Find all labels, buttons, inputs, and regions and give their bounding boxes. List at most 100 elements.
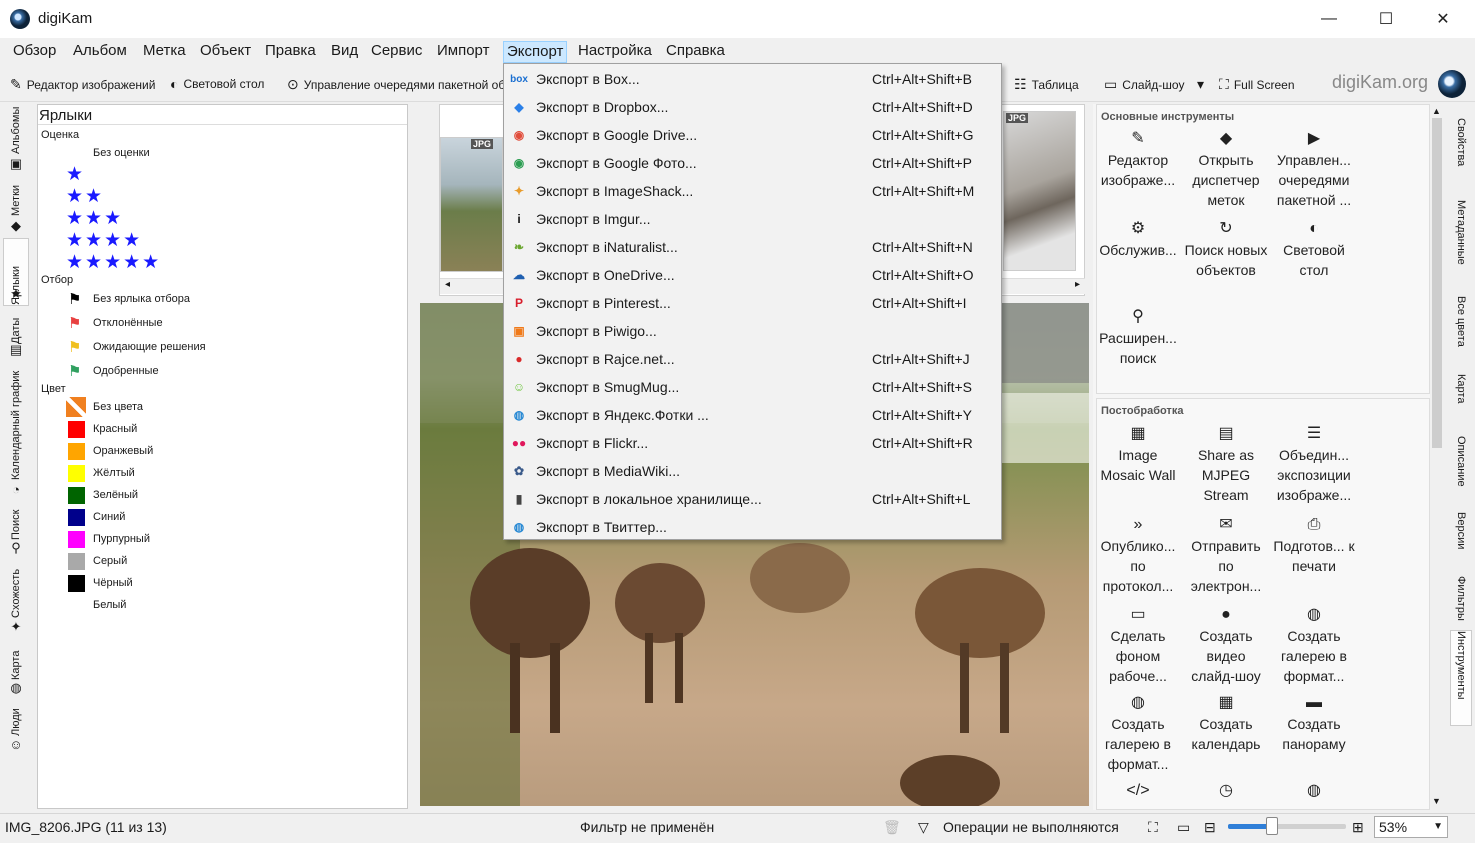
- close-button[interactable]: ✕: [1420, 0, 1466, 38]
- rating-4-item[interactable]: ★★★★: [66, 229, 142, 252]
- export-menu-item[interactable]: ◆ Экспорт в Dropbox... Ctrl+Alt+Shift+D: [504, 93, 1001, 121]
- rating-1-item[interactable]: ★: [66, 163, 85, 186]
- zoom-combo[interactable]: 53% ▼: [1374, 816, 1448, 838]
- pick-item[interactable]: Без ярлыка отбора: [93, 293, 190, 305]
- tool-button[interactable]: ✉ Отправить по электрон...: [1183, 514, 1269, 596]
- color-item[interactable]: Чёрный: [93, 577, 133, 589]
- export-menu-item[interactable]: ▮ Экспорт в локальное хранилище... Ctrl+Al…: [504, 485, 1001, 513]
- scroll-up-icon[interactable]: ▲: [1432, 106, 1441, 116]
- tab-people[interactable]: Люди: [3, 700, 29, 736]
- tool-button[interactable]: ◍ Создать галерею в формат...: [1271, 604, 1357, 686]
- tab-search[interactable]: Поиск: [3, 500, 29, 540]
- export-menu-item[interactable]: ✿ Экспорт в MediaWiki...: [504, 457, 1001, 485]
- tab-right-map[interactable]: Карта: [1450, 374, 1472, 410]
- rating-5-item[interactable]: ★★★★★: [66, 251, 161, 274]
- color-item[interactable]: Оранжевый: [93, 445, 153, 457]
- tab-description[interactable]: Описание: [1450, 436, 1472, 492]
- menu-service[interactable]: Сервис: [368, 41, 425, 63]
- minimize-button[interactable]: —: [1306, 0, 1352, 38]
- tab-properties[interactable]: Свойства: [1450, 118, 1472, 176]
- tool-button[interactable]: ◍ Создать галерею в формат...: [1095, 692, 1181, 774]
- export-menu-item[interactable]: P Экспорт в Pinterest... Ctrl+Alt+Shift+I: [504, 289, 1001, 317]
- fullscreen-button[interactable]: ⛶ Full Screen: [1219, 76, 1295, 93]
- color-item[interactable]: Серый: [93, 555, 127, 567]
- menu-view[interactable]: Вид: [328, 41, 361, 63]
- export-menu-item[interactable]: ☺ Экспорт в SmugMug... Ctrl+Alt+Shift+S: [504, 373, 1001, 401]
- tool-button[interactable]: ⎙ Подготов... к печати: [1271, 514, 1357, 576]
- color-item[interactable]: Красный: [93, 423, 137, 435]
- export-menu-item[interactable]: ◉ Экспорт в Google Фото... Ctrl+Alt+Shift+…: [504, 149, 1001, 177]
- menu-object[interactable]: Объект: [197, 41, 254, 63]
- table-view-button[interactable]: ☷ Таблица: [1014, 76, 1079, 93]
- color-item[interactable]: Без цвета: [93, 401, 143, 413]
- tool-button[interactable]: ▬ Создать панораму: [1271, 692, 1357, 754]
- export-menu-item[interactable]: ◍ Экспорт в Твиттер...: [504, 513, 1001, 541]
- export-menu-item[interactable]: box Экспорт в Box... Ctrl+Alt+Shift+B: [504, 65, 1001, 93]
- tab-map[interactable]: Карта: [3, 640, 29, 680]
- export-menu-item[interactable]: ✦ Экспорт в ImageShack... Ctrl+Alt+Shift+M: [504, 177, 1001, 205]
- tab-tools[interactable]: Инструменты: [1450, 630, 1472, 726]
- tool-button[interactable]: » Опублико... по протокол...: [1095, 514, 1181, 596]
- export-menu-item[interactable]: ● Экспорт в Rajce.net... Ctrl+Alt+Shift+J: [504, 345, 1001, 373]
- tab-colors[interactable]: Все цвета: [1450, 296, 1472, 348]
- export-menu-item[interactable]: ●● Экспорт в Flickr... Ctrl+Alt+Shift+R: [504, 429, 1001, 457]
- trash-icon[interactable]: 🗑: [883, 819, 901, 836]
- zoom-slider[interactable]: [1228, 824, 1346, 829]
- rating-3-item[interactable]: ★★★: [66, 207, 123, 230]
- tool-button[interactable]: ✎ Редактор изображе...: [1095, 128, 1181, 190]
- filter-icon[interactable]: ▽: [918, 819, 929, 836]
- tab-albums[interactable]: Альбомы: [3, 106, 29, 154]
- color-item[interactable]: Синий: [93, 511, 125, 523]
- brand-link[interactable]: digiKam.org: [1332, 72, 1428, 93]
- export-menu-item[interactable]: ◉ Экспорт в Google Drive... Ctrl+Alt+Shift…: [504, 121, 1001, 149]
- maximize-button[interactable]: ☐: [1363, 0, 1409, 38]
- menu-album[interactable]: Альбом: [70, 41, 130, 63]
- scroll-thumb[interactable]: [1432, 118, 1442, 448]
- scroll-down-icon[interactable]: ▼: [1432, 796, 1441, 806]
- menu-export[interactable]: Экспорт: [503, 41, 568, 63]
- tool-button[interactable]: ⚲ Расширен... поиск: [1095, 306, 1181, 368]
- tool-button[interactable]: ▦ Создать календарь: [1183, 692, 1269, 754]
- tab-timeline[interactable]: Календарный график: [3, 364, 29, 480]
- menu-edit[interactable]: Правка: [262, 41, 319, 63]
- tool-button[interactable]: ⚙ Обслужив...: [1095, 218, 1181, 260]
- tool-button[interactable]: ◍: [1271, 780, 1357, 802]
- tool-button[interactable]: ▶ Управлен... очередями пакетной ...: [1271, 128, 1357, 210]
- zoom-out-icon[interactable]: ⊟: [1204, 819, 1216, 836]
- color-item[interactable]: Жёлтый: [93, 467, 135, 479]
- tool-button[interactable]: ◆ Открыть диспетчер меток: [1183, 128, 1269, 210]
- export-menu-item[interactable]: ◍ Экспорт в Яндекс.Фотки ... Ctrl+Alt+Shif…: [504, 401, 1001, 429]
- no-rating-item[interactable]: Без оценки: [93, 147, 150, 159]
- tool-button[interactable]: ◐ Световой стол: [1271, 218, 1357, 280]
- pick-item[interactable]: Одобренные: [93, 365, 159, 377]
- tool-button[interactable]: ☰ Объедин... экспозиции изображе...: [1271, 423, 1357, 505]
- tab-versions[interactable]: Версии: [1450, 512, 1472, 554]
- thumbnail-image[interactable]: JPG: [440, 137, 503, 272]
- color-item[interactable]: Белый: [93, 599, 126, 611]
- scroll-left-icon[interactable]: ◂: [445, 279, 450, 290]
- tab-dates[interactable]: Даты: [3, 306, 29, 344]
- fit-to-window-icon[interactable]: ⛶: [1148, 819, 1158, 836]
- zoom-slider-thumb[interactable]: [1265, 817, 1278, 835]
- export-menu-item[interactable]: ▣ Экспорт в Piwigo...: [504, 317, 1001, 345]
- tab-similarity[interactable]: Схожесть: [3, 560, 29, 618]
- tab-metadata[interactable]: Метаданные: [1450, 200, 1472, 272]
- tool-button[interactable]: ◷: [1183, 780, 1269, 802]
- menu-overview[interactable]: Обзор: [10, 41, 59, 63]
- slideshow-dropdown[interactable]: ▾: [1197, 76, 1204, 93]
- color-item[interactable]: Пурпурный: [93, 533, 150, 545]
- rating-2-item[interactable]: ★★: [66, 185, 104, 208]
- tool-button[interactable]: ▦ Image Mosaic Wall: [1095, 423, 1181, 485]
- batch-queue-button[interactable]: ⊙ Управление очередями пакетной обра: [287, 76, 519, 93]
- menu-tag[interactable]: Метка: [140, 41, 189, 63]
- menu-settings[interactable]: Настройка: [575, 41, 655, 63]
- zoom-to-100-icon[interactable]: ▭: [1177, 819, 1190, 836]
- thumbnail-image[interactable]: JPG: [1003, 111, 1076, 271]
- tool-button[interactable]: ↻ Поиск новых объектов: [1183, 218, 1269, 280]
- zoom-in-icon[interactable]: ⊞: [1352, 819, 1364, 836]
- color-item[interactable]: Зелёный: [93, 489, 138, 501]
- tool-button[interactable]: ▤ Share as MJPEG Stream: [1183, 423, 1269, 505]
- menu-help[interactable]: Справка: [663, 41, 728, 63]
- pick-item[interactable]: Ожидающие решения: [93, 341, 206, 353]
- export-menu-item[interactable]: i Экспорт в Imgur...: [504, 205, 1001, 233]
